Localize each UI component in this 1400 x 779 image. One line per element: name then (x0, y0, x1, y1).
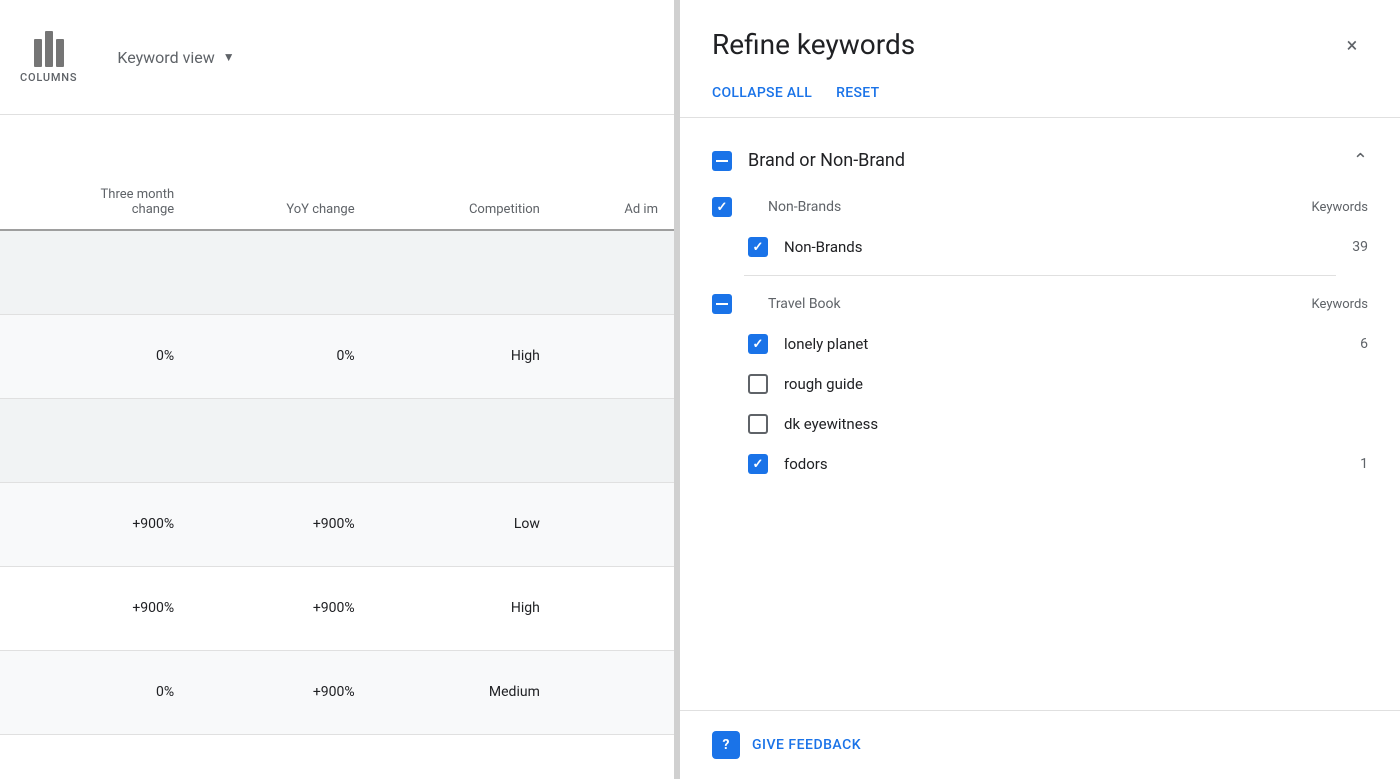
filter-group-nonbrands: Non-Brands Keywords Non-Brands 39 (712, 179, 1368, 275)
col-bar-1 (34, 39, 42, 67)
filter-item-dkeyewitness[interactable]: dk eyewitness (712, 404, 1368, 444)
checkbox-lonelyplanet[interactable] (748, 334, 768, 354)
col-bar-2 (45, 31, 53, 67)
feedback-bar: GIVE FEEDBACK (680, 710, 1400, 779)
refine-actions: COLLAPSE ALL RESET (680, 77, 1400, 118)
cell-three-month: 0% (0, 650, 190, 734)
cell-yoy: 0% (190, 314, 370, 398)
data-table: Three month change YoY change Competitio… (0, 115, 674, 779)
filter-section-brand: Brand or Non-Brand ⌃ Non-Brands Keywords… (680, 126, 1400, 500)
group-name-nonbrands: Non-Brands (768, 199, 1288, 215)
group-header-travelbook: Travel Book Keywords (712, 284, 1368, 324)
cell-yoy: +900% (190, 566, 370, 650)
refine-header: Refine keywords × (680, 0, 1400, 77)
col-header-ad-imp: Ad im (556, 115, 674, 230)
cell-three-month: +900% (0, 566, 190, 650)
filter-item-roughguide[interactable]: rough guide (712, 364, 1368, 404)
item-name-dkeyewitness: dk eyewitness (784, 415, 1328, 433)
columns-icon (34, 31, 64, 67)
group-checkbox-travelbook[interactable] (712, 294, 732, 314)
table-row: +900% +900% High (0, 566, 674, 650)
section-header-brand[interactable]: Brand or Non-Brand ⌃ (712, 134, 1368, 179)
cell-ad-imp (556, 314, 674, 398)
refine-content: Brand or Non-Brand ⌃ Non-Brands Keywords… (680, 118, 1400, 710)
collapse-all-button[interactable]: COLLAPSE ALL (712, 85, 812, 101)
close-button[interactable]: × (1336, 29, 1368, 61)
right-panel: Refine keywords × COLLAPSE ALL RESET Bra… (680, 0, 1400, 779)
item-count-nonbrands: 39 (1328, 239, 1368, 255)
cell-three-month: 0% (0, 314, 190, 398)
checkbox-roughguide[interactable] (748, 374, 768, 394)
group-checkbox-nonbrands[interactable] (712, 197, 732, 217)
table-row-group-1 (0, 230, 674, 314)
cell-yoy: +900% (190, 650, 370, 734)
group-count-label-travelbook: Keywords (1288, 297, 1368, 312)
left-panel: COLUMNS Keyword view ▼ Three month chang… (0, 0, 680, 779)
refine-title: Refine keywords (712, 28, 915, 61)
cell-competition: High (371, 314, 556, 398)
feedback-button[interactable]: GIVE FEEDBACK (752, 737, 861, 753)
filter-item-fodors[interactable]: fodors 1 (712, 444, 1368, 484)
filter-item-nonbrands[interactable]: Non-Brands 39 (712, 227, 1368, 267)
cell-ad-imp (556, 566, 674, 650)
cell-competition: Low (371, 482, 556, 566)
item-count-lonelyplanet: 6 (1328, 336, 1368, 352)
table-row-group-2 (0, 398, 674, 482)
cell-competition: High (371, 566, 556, 650)
item-name-fodors: fodors (784, 455, 1328, 473)
col-header-three-month: Three month change (0, 115, 190, 230)
checkbox-dkeyewitness[interactable] (748, 414, 768, 434)
filter-group-travelbook: Travel Book Keywords lonely planet 6 rou… (712, 276, 1368, 492)
cell-competition: Medium (371, 650, 556, 734)
item-name-lonelyplanet: lonely planet (784, 335, 1328, 353)
col-header-yoy-change: YoY change (190, 115, 370, 230)
section-checkbox-brand[interactable] (712, 151, 732, 171)
feedback-icon (712, 731, 740, 759)
checkbox-nonbrands[interactable] (748, 237, 768, 257)
toolbar: COLUMNS Keyword view ▼ (0, 0, 674, 115)
columns-label: COLUMNS (20, 71, 77, 84)
keyword-view-label: Keyword view (117, 48, 214, 67)
col-header-competition: Competition (371, 115, 556, 230)
chevron-up-icon: ⌃ (1353, 150, 1368, 171)
dropdown-arrow-icon: ▼ (223, 50, 235, 64)
item-name-nonbrands: Non-Brands (784, 238, 1328, 256)
table-row: 0% +900% Medium (0, 650, 674, 734)
reset-button[interactable]: RESET (836, 85, 879, 101)
cell-three-month: +900% (0, 482, 190, 566)
section-title-brand: Brand or Non-Brand (748, 150, 1337, 171)
filter-item-lonelyplanet[interactable]: lonely planet 6 (712, 324, 1368, 364)
columns-button[interactable]: COLUMNS (20, 31, 77, 84)
cell-yoy: +900% (190, 482, 370, 566)
group-name-travelbook: Travel Book (768, 296, 1288, 312)
item-name-roughguide: rough guide (784, 375, 1328, 393)
group-count-label-nonbrands: Keywords (1288, 200, 1368, 215)
table-row: 0% 0% High (0, 314, 674, 398)
item-count-fodors: 1 (1328, 456, 1368, 472)
col-bar-3 (56, 39, 64, 67)
cell-ad-imp (556, 482, 674, 566)
keyword-view-button[interactable]: Keyword view ▼ (107, 42, 244, 73)
table-row: +900% +900% Low (0, 482, 674, 566)
cell-ad-imp (556, 650, 674, 734)
checkbox-fodors[interactable] (748, 454, 768, 474)
group-header-nonbrands: Non-Brands Keywords (712, 187, 1368, 227)
